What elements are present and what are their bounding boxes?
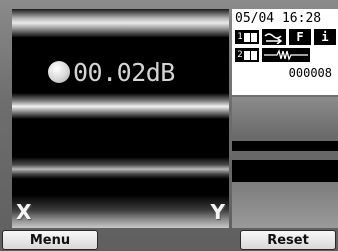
filter-f-icon: F [289,29,311,45]
channel1-label: 1 [237,32,243,42]
side-block-upper [232,97,338,137]
status-icon-row-1: 1 F i [235,29,336,45]
light-band-lower [12,157,229,179]
device-screen: 00.02dB X Y 05/04 16:28 1 F i 2 000008 M… [0,0,338,251]
menu-button[interactable]: Menu [2,230,98,250]
side-bar-1 [232,141,338,151]
filter-letter: F [296,30,304,44]
status-icon-row-2: 2 [235,47,310,63]
level-value: 00.02dB [73,57,175,87]
reset-button[interactable]: Reset [240,230,336,250]
battery-2-icon: 2 [235,48,259,62]
light-band-top [12,9,229,37]
x-axis-label: X [16,200,32,224]
channel2-label: 2 [237,50,243,60]
light-band-middle [12,93,229,119]
info-icon: i [314,29,336,45]
y-axis-label: Y [210,200,225,224]
level-readout: 00.02dB [48,55,175,89]
waveform-icon [262,48,310,62]
counter: 000008 [288,66,332,80]
date-text: 05/04 [235,11,275,26]
battery-1-icon: 1 [235,30,259,44]
status-panel: 05/04 16:28 1 F i 2 000008 [232,9,338,95]
datetime: 05/04 16:28 [235,11,321,26]
side-block-lower [232,182,338,228]
side-bar-2 [232,160,338,182]
level-display-panel: 00.02dB X Y [12,9,229,228]
info-letter: i [321,30,329,44]
wave-arrow-icon [262,29,286,45]
time-text: 16:28 [281,11,322,26]
circle-dot-icon [48,61,70,83]
light-band-bottom [12,195,229,228]
